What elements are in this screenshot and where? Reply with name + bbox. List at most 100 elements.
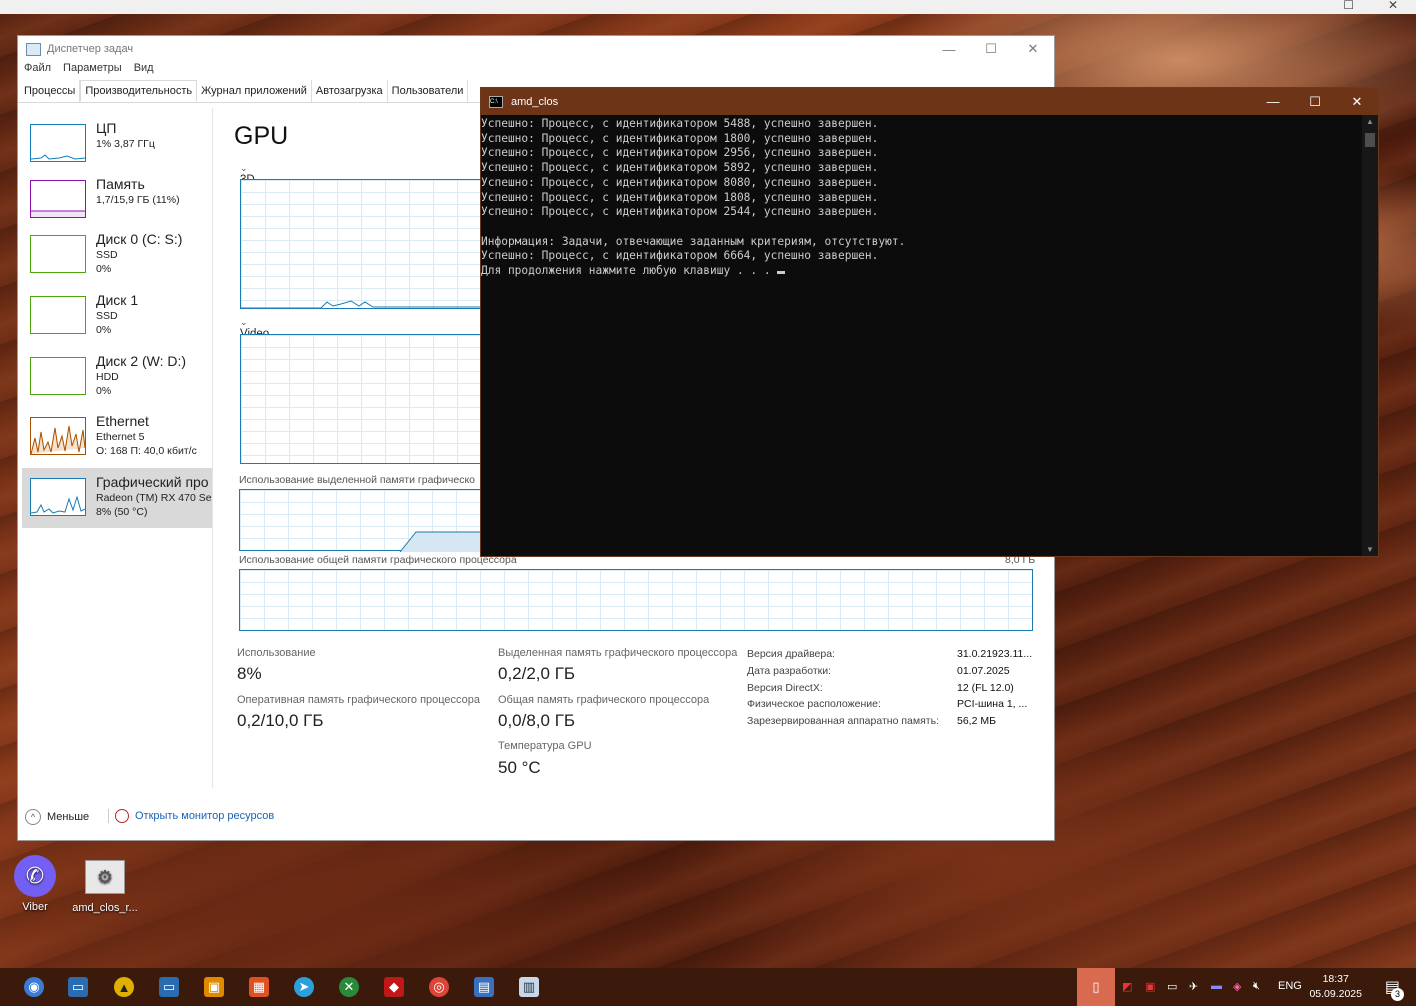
background-window-strip: ☐ ✕ xyxy=(0,0,1416,14)
tab-performance[interactable]: Производительность xyxy=(80,80,198,102)
tab-startup[interactable]: Автозагрузка xyxy=(312,80,388,102)
graph-3d xyxy=(240,179,501,309)
console-scrollbar[interactable]: ▲ ▼ xyxy=(1362,115,1378,556)
sidebar-item-memory[interactable]: Память 1,7/15,9 ГБ (11%) xyxy=(22,174,212,232)
tab-users[interactable]: Пользователи xyxy=(388,80,469,102)
console-line: Успешно: Процесс, с идентификатором 2956… xyxy=(481,146,879,160)
tab-app-history[interactable]: Журнал приложений xyxy=(197,80,312,102)
dedicated-memory-stat-label: Выделенная память графического процессор… xyxy=(498,647,738,659)
console-line: Информация: Задачи, отвечающие заданным … xyxy=(481,234,906,248)
graph-video-encode xyxy=(240,334,500,464)
chevron-down-icon: ⌄ xyxy=(240,317,248,327)
shared-memory-stat-value: 0,0/8,0 ГБ xyxy=(498,711,576,730)
memory-thumbnail-graph xyxy=(30,180,86,218)
sidebar-item-disk1[interactable]: Диск 1 SSD 0% xyxy=(22,290,212,348)
sidebar-item-label: ЦП xyxy=(96,120,117,136)
record-tray-icon[interactable]: ▣ xyxy=(1145,980,1155,993)
gpu-title: GPU xyxy=(234,122,289,150)
console-app-icon: C:\ xyxy=(489,95,503,108)
sidebar-item-ethernet[interactable]: Ethernet Ethernet 5 О: 168 П: 40,0 кбит/… xyxy=(22,411,212,469)
bg-close-icon[interactable]: ✕ xyxy=(1388,0,1398,12)
amd-tray-icon[interactable]: ◩ xyxy=(1122,980,1132,993)
language-indicator[interactable]: ENG xyxy=(1278,980,1302,992)
tab-processes[interactable]: Процессы xyxy=(20,80,81,102)
desktop-icon-amd-clos[interactable]: ⚙ amd_clos_r... xyxy=(70,860,140,914)
footer-divider xyxy=(108,809,109,823)
disk0-thumbnail-graph xyxy=(30,235,86,273)
dedicated-memory-label: Использование выделенной памяти графичес… xyxy=(239,474,476,486)
menu-file[interactable]: Файл xyxy=(24,62,51,80)
console-line: Успешно: Процесс, с идентификатором 1808… xyxy=(481,190,879,204)
start-orb-icon[interactable]: ◉ xyxy=(24,977,44,997)
fewer-details-button[interactable]: ^ Меньше xyxy=(25,809,89,825)
console-window: C:\ amd_clos — ☐ ✕ Успешно: Процесс, с и… xyxy=(480,87,1379,557)
console-minimize-button[interactable]: — xyxy=(1252,88,1294,115)
menu-view[interactable]: Вид xyxy=(134,62,154,80)
remote-desktop-icon[interactable]: ▤ xyxy=(474,977,494,997)
menu-bar: Файл Параметры Вид xyxy=(18,62,1054,80)
app-window-icon[interactable]: ▭ xyxy=(68,977,88,997)
console-title: amd_clos xyxy=(511,95,559,108)
driver-date-value: 01.07.2025 xyxy=(957,665,1010,677)
cpu-thumbnail-graph xyxy=(30,124,86,162)
desktop-icon-label: amd_clos_r... xyxy=(72,902,138,914)
graph-dedicated-memory xyxy=(239,489,502,552)
console-line: Успешно: Процесс, с идентификатором 6664… xyxy=(481,249,879,263)
explorer-window-icon[interactable]: ▭ xyxy=(159,977,179,997)
utilization-value: 8% xyxy=(237,664,262,683)
close-button[interactable]: ✕ xyxy=(1012,36,1054,62)
sidebar-item-label: Диск 1 xyxy=(96,292,139,308)
reserved-memory-label: Зарезервированная аппаратно память: xyxy=(747,715,939,727)
gpu-thumbnail-graph xyxy=(30,478,86,516)
console-line: Успешно: Процесс, с идентификатором 8080… xyxy=(481,175,879,189)
active-app-icon[interactable]: ▯ xyxy=(1077,968,1115,1006)
task-manager-app-icon xyxy=(26,42,41,56)
chrome-icon[interactable]: ◎ xyxy=(429,977,449,997)
notification-count-badge: 3 xyxy=(1391,988,1404,1001)
viber-icon: ✆ xyxy=(14,855,56,897)
sidebar-item-label: Диск 2 (W: D:) xyxy=(96,353,187,369)
console-titlebar: C:\ amd_clos — ☐ ✕ xyxy=(481,88,1378,115)
open-resource-monitor-link[interactable]: Открыть монитор ресурсов xyxy=(108,809,274,823)
scroll-down-icon[interactable]: ▼ xyxy=(1362,545,1378,554)
ethernet-thumbnail-graph xyxy=(30,417,86,455)
sidebar-item-label: Память xyxy=(96,176,145,192)
file-manager-icon[interactable]: ▣ xyxy=(204,977,224,997)
sidebar-item-disk0[interactable]: Диск 0 (C: S:) SSD 0% xyxy=(22,229,212,287)
minimize-button[interactable]: — xyxy=(928,36,970,62)
sidebar-item-cpu[interactable]: ЦП 1% 3,87 ГГц xyxy=(22,118,212,176)
disk1-thumbnail-graph xyxy=(30,296,86,334)
console-close-button[interactable]: ✕ xyxy=(1336,88,1378,115)
sidebar-item-disk2[interactable]: Диск 2 (W: D:) HDD 0% xyxy=(22,351,212,409)
sidebar-item-gpu[interactable]: Графический про Radeon (TM) RX 470 Ser 8… xyxy=(22,468,212,528)
volume-muted-icon[interactable]: 🔇︎ xyxy=(1253,980,1260,993)
gpu-memory-stat-value: 0,2/10,0 ГБ xyxy=(237,711,324,730)
console-line: Успешно: Процесс, с идентификатором 2544… xyxy=(481,205,879,219)
console-output[interactable]: Успешно: Процесс, с идентификатором 5488… xyxy=(481,117,905,279)
network-tray-icon[interactable]: ▭ xyxy=(1167,980,1177,993)
clock[interactable]: 18:37 05.09.2025 xyxy=(1309,972,1362,1002)
menu-options[interactable]: Параметры xyxy=(63,62,122,80)
telegram-icon[interactable]: ➤ xyxy=(294,977,314,997)
display-tray-icon[interactable]: ▬ xyxy=(1211,980,1222,992)
maximize-button[interactable]: ☐ xyxy=(970,36,1012,62)
scroll-up-icon[interactable]: ▲ xyxy=(1362,117,1378,126)
console-maximize-button[interactable]: ☐ xyxy=(1294,88,1336,115)
desktop-icon-viber[interactable]: ✆ Viber xyxy=(10,855,60,913)
app-tray-icon[interactable]: ◈ xyxy=(1233,980,1241,993)
dedicated-memory-stat-value: 0,2/2,0 ГБ xyxy=(498,664,576,683)
aimp-icon[interactable]: ▲ xyxy=(114,977,134,997)
clock-time: 18:37 xyxy=(1322,973,1349,985)
calendar-icon[interactable]: ▦ xyxy=(249,977,269,997)
shield-app-icon[interactable]: ◆ xyxy=(384,977,404,997)
resource-monitor-icon xyxy=(115,809,129,823)
scrollbar-thumb[interactable] xyxy=(1365,133,1375,147)
plane-tray-icon[interactable]: ✈ xyxy=(1189,980,1198,993)
console-prompt-line: Для продолжения нажмите любую клавишу . … xyxy=(481,264,778,278)
task-manager-footer: ^ Меньше Открыть монитор ресурсов xyxy=(18,798,1054,840)
task-manager-taskbar-icon[interactable]: ▥ xyxy=(519,977,539,997)
xbox-icon[interactable]: ✕ xyxy=(339,977,359,997)
shared-memory-label: Использование общей памяти графического … xyxy=(239,554,517,566)
bg-maximize-icon[interactable]: ☐ xyxy=(1343,0,1354,12)
sidebar-item-usage: 8% (50 °C) xyxy=(96,506,148,518)
